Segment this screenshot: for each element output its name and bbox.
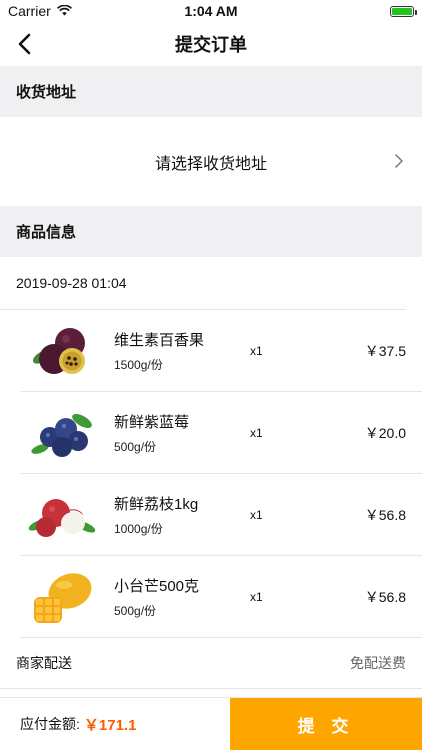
order-date: 2019-09-28 01:04 <box>0 257 406 310</box>
mango-image <box>24 565 100 629</box>
product-quantity: x1 <box>250 343 263 358</box>
address-placeholder: 请选择收货地址 <box>154 155 267 173</box>
product-price: ￥56.8 <box>364 588 406 605</box>
status-bar: Carrier 1:04 AM <box>0 0 422 22</box>
product-name: 新鲜荔枝1kg <box>114 495 199 513</box>
goods-section-header: 商品信息 <box>0 206 422 257</box>
delivery-fee: 免配送费 <box>350 655 406 671</box>
product-name: 小台芒500克 <box>114 577 200 595</box>
bottom-bar: 应付金额: ￥171.1 提 交 <box>0 697 422 750</box>
product-info: 新鲜紫蓝莓 500g/份 <box>114 411 244 455</box>
product-quantity: x1 <box>250 589 263 604</box>
total-area: 应付金额: ￥171.1 <box>0 698 230 750</box>
total-amount: ￥171.1 <box>83 716 137 734</box>
product-row[interactable]: 小台芒500克 500g/份 x1 ￥56.8 <box>20 556 422 638</box>
nav-bar: 提交订单 <box>0 22 422 66</box>
product-info: 维生素百香果 1500g/份 <box>114 329 244 373</box>
product-name: 维生素百香果 <box>114 331 205 349</box>
status-time: 1:04 AM <box>184 3 238 19</box>
blueberry-image <box>24 401 100 465</box>
chevron-left-icon <box>18 33 31 55</box>
product-quantity: x1 <box>250 425 263 440</box>
product-quantity: x1 <box>250 507 263 522</box>
address-section-header: 收货地址 <box>0 66 422 117</box>
lychee-image <box>24 483 100 547</box>
product-price: ￥20.0 <box>364 424 406 441</box>
back-button[interactable] <box>10 30 38 58</box>
submit-button[interactable]: 提 交 <box>230 698 422 750</box>
product-name: 新鲜紫蓝莓 <box>114 413 190 431</box>
total-label: 应付金额: <box>20 716 80 732</box>
product-spec: 500g/份 <box>114 439 157 454</box>
product-price: ￥37.5 <box>364 342 406 359</box>
product-price: ￥56.8 <box>364 506 406 523</box>
passion-fruit-image <box>24 319 100 383</box>
product-spec: 1500g/份 <box>114 357 163 372</box>
product-row[interactable]: 新鲜紫蓝莓 500g/份 x1 ￥20.0 <box>20 392 422 474</box>
select-address-row[interactable]: 请选择收货地址 <box>0 117 422 206</box>
product-spec: 500g/份 <box>114 603 157 618</box>
product-row[interactable]: 新鲜荔枝1kg 1000g/份 x1 ￥56.8 <box>20 474 422 556</box>
product-row[interactable]: 维生素百香果 1500g/份 x1 ￥37.5 <box>20 310 422 392</box>
delivery-label: 商家配送 <box>16 655 72 671</box>
delivery-row: 商家配送 免配送费 <box>0 638 422 689</box>
battery-icon <box>390 5 417 17</box>
chevron-right-icon <box>394 153 404 174</box>
product-info: 小台芒500克 500g/份 <box>114 575 244 619</box>
page-title: 提交订单 <box>175 35 247 55</box>
product-spec: 1000g/份 <box>114 521 163 536</box>
product-info: 新鲜荔枝1kg 1000g/份 <box>114 493 244 537</box>
